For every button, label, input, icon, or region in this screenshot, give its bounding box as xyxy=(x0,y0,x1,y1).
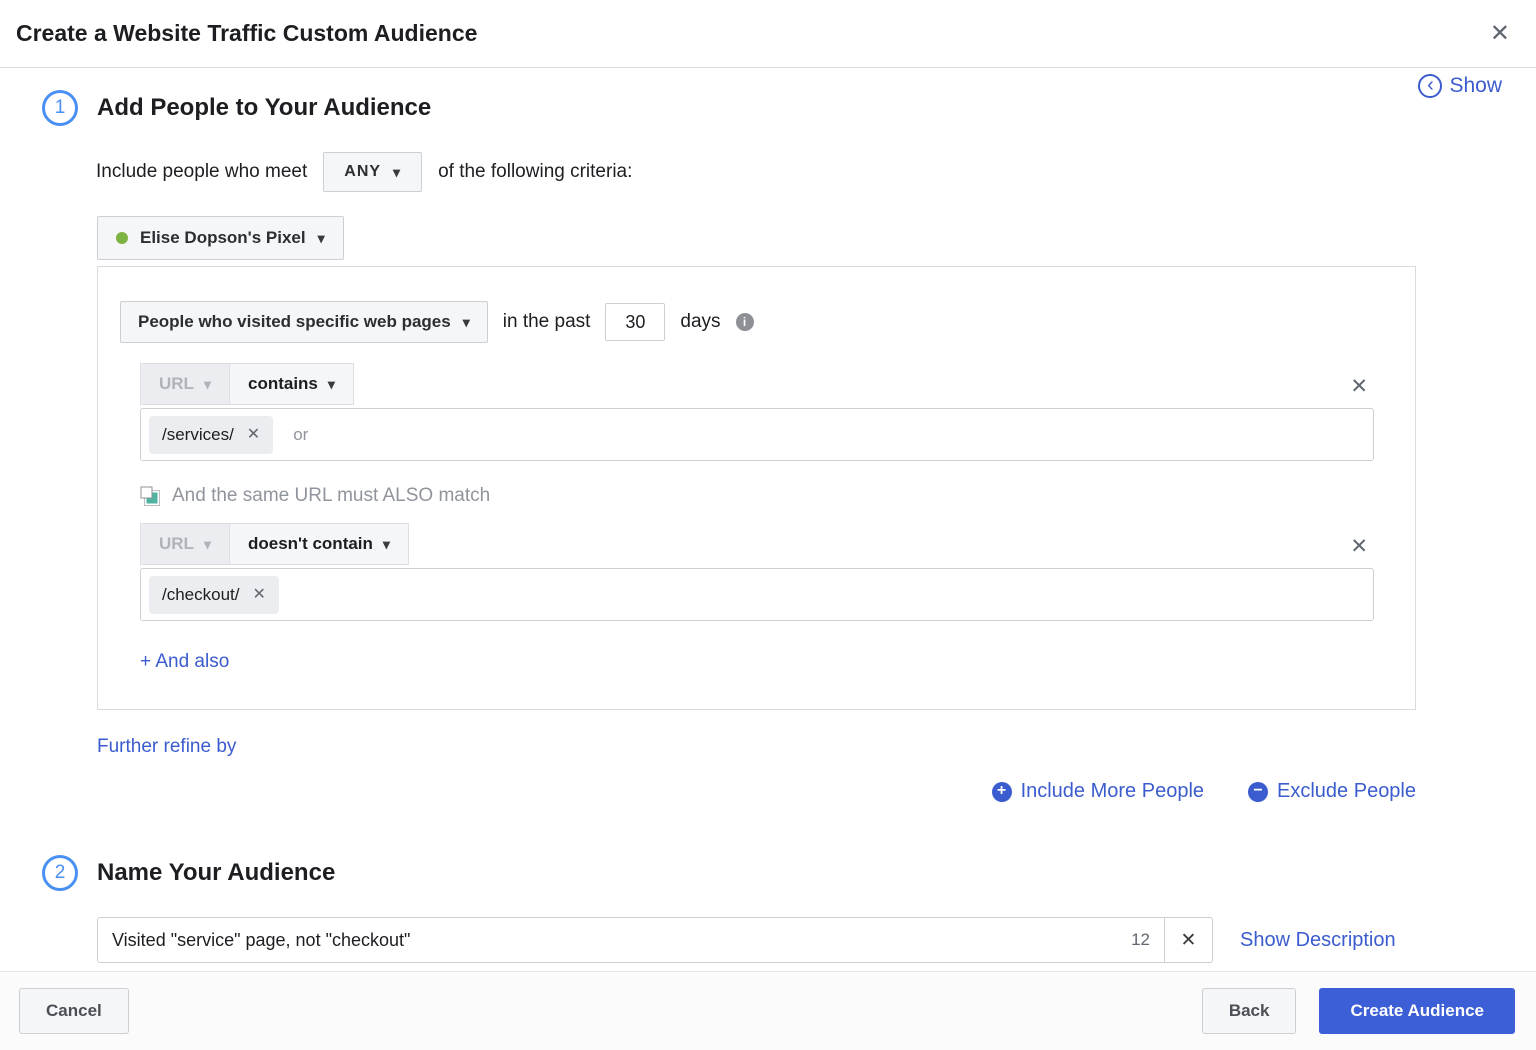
show-panel-label: Show xyxy=(1449,74,1502,98)
pixel-dropdown[interactable]: Elise Dopson's Pixel ▾ xyxy=(97,216,344,260)
audience-actions: + Include More People − Exclude People xyxy=(97,780,1416,803)
audience-name-value: Visited "service" page, not "checkout" xyxy=(112,930,410,951)
match-type-dropdown[interactable]: ANY ▾ xyxy=(323,152,422,192)
or-placeholder: or xyxy=(293,425,308,445)
remove-condition-icon[interactable]: ✕ xyxy=(1350,536,1368,557)
exclude-people-label: Exclude People xyxy=(1277,780,1416,803)
url-field-label: URL xyxy=(159,534,194,554)
audience-name-input[interactable]: Visited "service" page, not "checkout" 1… xyxy=(97,917,1165,963)
back-button[interactable]: Back xyxy=(1202,988,1297,1034)
include-more-people-link[interactable]: + Include More People xyxy=(992,780,1204,803)
event-dropdown[interactable]: People who visited specific web pages ▾ xyxy=(120,301,488,343)
clear-name-button[interactable]: ✕ xyxy=(1164,917,1213,963)
footer-right: Back Create Audience xyxy=(1202,988,1515,1034)
step2-heading: 2 Name Your Audience xyxy=(42,855,1536,891)
operator-label: contains xyxy=(248,374,318,394)
close-icon[interactable]: ✕ xyxy=(1490,19,1510,48)
condition-2-head: URL ▾ doesn't contain ▾ ✕ xyxy=(140,523,1374,565)
clear-name-icon: ✕ xyxy=(1181,929,1197,952)
url-chip: /checkout/ ✕ xyxy=(149,576,279,614)
create-audience-button[interactable]: Create Audience xyxy=(1319,988,1515,1034)
pixel-name: Elise Dopson's Pixel xyxy=(140,228,306,248)
caret-down-icon: ▾ xyxy=(383,536,390,553)
caret-down-icon: ▾ xyxy=(318,230,325,247)
url-chip-value: /services/ xyxy=(162,425,234,445)
show-description-link[interactable]: Show Description xyxy=(1240,929,1396,952)
also-match-row: And the same URL must ALSO match xyxy=(140,485,1415,507)
also-match-label: And the same URL must ALSO match xyxy=(172,485,490,507)
operator-dropdown[interactable]: contains ▾ xyxy=(230,363,354,405)
minus-circle-icon: − xyxy=(1248,782,1268,802)
remove-condition-icon[interactable]: ✕ xyxy=(1350,376,1368,397)
url-field-label: URL xyxy=(159,374,194,394)
caret-down-icon: ▾ xyxy=(328,376,335,393)
exclude-people-link[interactable]: − Exclude People xyxy=(1248,780,1416,803)
step1-number-badge: 1 xyxy=(42,90,78,126)
and-also-link[interactable]: + And also xyxy=(140,651,229,673)
url-chip-value: /checkout/ xyxy=(162,585,240,605)
step2-title: Name Your Audience xyxy=(97,859,335,887)
caret-down-icon: ▾ xyxy=(204,376,211,393)
caret-down-icon: ▾ xyxy=(204,536,211,553)
plus-circle-icon: + xyxy=(992,782,1012,802)
step1-title: Add People to Your Audience xyxy=(97,94,431,122)
chevron-left-circle-icon: ‹ xyxy=(1418,74,1442,98)
url-keywords-input[interactable]: /services/ ✕ or xyxy=(140,408,1374,461)
show-panel-link[interactable]: ‹ Show xyxy=(1418,74,1502,98)
name-row: Visited "service" page, not "checkout" 1… xyxy=(97,917,1536,963)
further-refine-link[interactable]: Further refine by xyxy=(97,736,236,758)
cancel-button[interactable]: Cancel xyxy=(19,988,129,1034)
condition-2-selectors: URL ▾ doesn't contain ▾ xyxy=(140,523,409,565)
chip-remove-icon[interactable]: ✕ xyxy=(247,427,260,443)
info-icon[interactable]: i xyxy=(736,313,754,331)
url-chip: /services/ ✕ xyxy=(149,416,273,454)
url-field-dropdown[interactable]: URL ▾ xyxy=(140,363,230,405)
rule-head: People who visited specific web pages ▾ … xyxy=(120,301,1415,343)
modal-title: Create a Website Traffic Custom Audience xyxy=(16,20,477,47)
event-dropdown-value: People who visited specific web pages xyxy=(138,312,451,332)
caret-down-icon: ▾ xyxy=(463,314,470,331)
step1-heading: 1 Add People to Your Audience xyxy=(42,90,1536,126)
days-input[interactable] xyxy=(605,303,665,341)
pixel-status-dot-icon xyxy=(116,232,128,244)
also-match-checkbox[interactable] xyxy=(140,486,161,507)
days-label: days xyxy=(680,311,720,333)
include-suffix-label: of the following criteria: xyxy=(438,161,632,183)
condition-1: URL ▾ contains ▾ ✕ /services/ ✕ or xyxy=(140,363,1374,461)
match-type-value: ANY xyxy=(344,163,381,181)
condition-1-head: URL ▾ contains ▾ ✕ xyxy=(140,363,1374,405)
url-field-dropdown[interactable]: URL ▾ xyxy=(140,523,230,565)
url-keywords-input[interactable]: /checkout/ ✕ xyxy=(140,568,1374,621)
operator-label: doesn't contain xyxy=(248,534,373,554)
condition-2: URL ▾ doesn't contain ▾ ✕ /checkout/ ✕ xyxy=(140,523,1374,621)
caret-down-icon: ▾ xyxy=(393,164,401,181)
in-the-past-label: in the past xyxy=(503,311,591,333)
criteria-line: Include people who meet ANY ▾ of the fol… xyxy=(96,152,1536,192)
chip-remove-icon[interactable]: ✕ xyxy=(253,587,266,603)
condition-1-selectors: URL ▾ contains ▾ xyxy=(140,363,354,405)
char-count: 12 xyxy=(1131,930,1150,950)
include-prefix-label: Include people who meet xyxy=(96,161,307,183)
step2-number-badge: 2 xyxy=(42,855,78,891)
rule-box: People who visited specific web pages ▾ … xyxy=(97,266,1416,710)
operator-dropdown[interactable]: doesn't contain ▾ xyxy=(230,523,409,565)
include-more-people-label: Include More People xyxy=(1021,780,1204,803)
modal-header: Create a Website Traffic Custom Audience… xyxy=(0,0,1536,68)
modal-footer: Cancel Back Create Audience xyxy=(0,971,1536,1050)
